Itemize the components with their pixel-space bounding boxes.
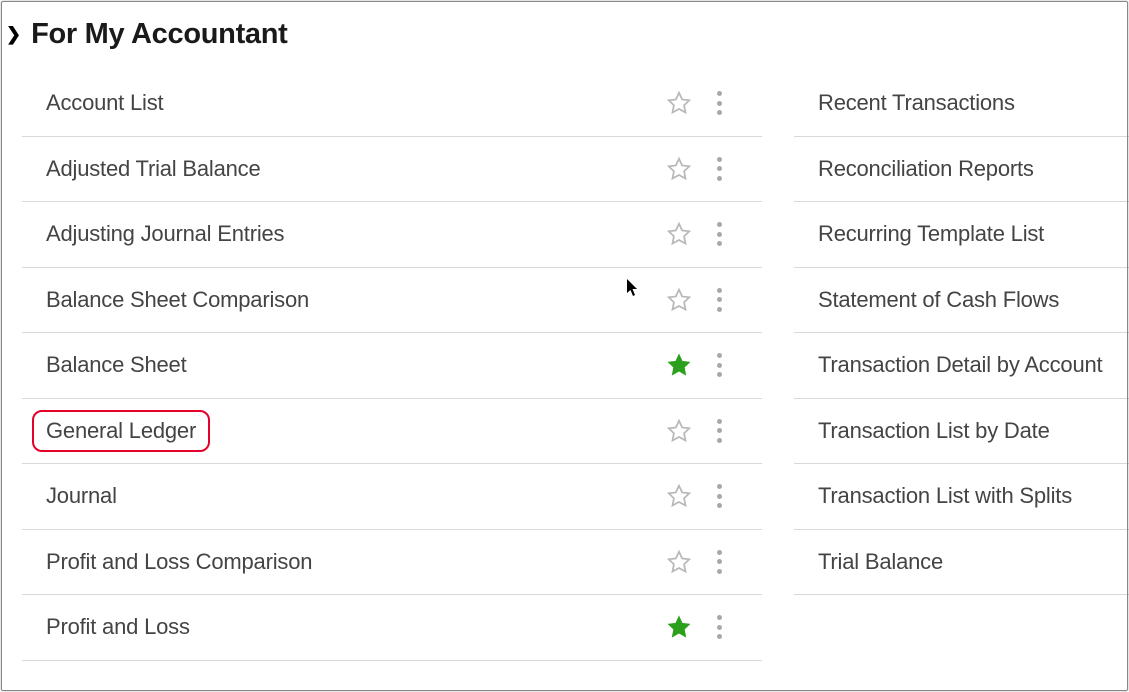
star-filled-icon[interactable]: [666, 352, 692, 378]
more-options-icon[interactable]: [716, 288, 722, 312]
row-actions: [666, 352, 762, 378]
report-link[interactable]: Recurring Template List: [818, 221, 1129, 247]
report-link[interactable]: Trial Balance: [818, 549, 1129, 575]
report-link[interactable]: Balance Sheet Comparison: [46, 287, 666, 313]
star-outline-icon[interactable]: [666, 287, 692, 313]
star-filled-icon[interactable]: [666, 614, 692, 640]
report-row: Trial Balance: [794, 530, 1129, 596]
row-actions: [666, 221, 762, 247]
more-options-icon[interactable]: [716, 484, 722, 508]
chevron-right-icon[interactable]: ❯: [6, 24, 21, 45]
row-actions: [666, 90, 762, 116]
report-row: Journal: [22, 464, 762, 530]
report-row: Transaction List by Date: [794, 399, 1129, 465]
report-link[interactable]: Reconciliation Reports: [818, 156, 1129, 182]
star-outline-icon[interactable]: [666, 418, 692, 444]
report-link[interactable]: Transaction List by Date: [818, 418, 1129, 444]
more-options-icon[interactable]: [716, 157, 722, 181]
star-outline-icon[interactable]: [666, 90, 692, 116]
report-link[interactable]: Statement of Cash Flows: [818, 287, 1129, 313]
report-link[interactable]: Recent Transactions: [818, 90, 1129, 116]
report-row: Recurring Template List: [794, 202, 1129, 268]
report-row: Profit and Loss: [22, 595, 762, 661]
more-options-icon[interactable]: [716, 550, 722, 574]
more-options-icon[interactable]: [716, 222, 722, 246]
report-row: Recent Transactions: [794, 71, 1129, 137]
report-row: Balance Sheet: [22, 333, 762, 399]
star-outline-icon[interactable]: [666, 483, 692, 509]
report-link[interactable]: Profit and Loss: [46, 614, 666, 640]
more-options-icon[interactable]: [716, 615, 722, 639]
report-row: Reconciliation Reports: [794, 137, 1129, 203]
row-actions: [666, 156, 762, 182]
row-actions: [666, 483, 762, 509]
more-options-icon[interactable]: [716, 353, 722, 377]
section-header: ❯ For My Accountant: [0, 18, 1129, 71]
report-link[interactable]: Account List: [46, 90, 666, 116]
right-report-list: Recent Transactions Reconciliation Report…: [794, 71, 1129, 675]
report-link[interactable]: Journal: [46, 483, 666, 509]
report-link[interactable]: Transaction Detail by Account: [818, 352, 1129, 378]
star-outline-icon[interactable]: [666, 221, 692, 247]
row-actions: [666, 287, 762, 313]
row-actions: [666, 614, 762, 640]
report-row: Transaction Detail by Account: [794, 333, 1129, 399]
report-row: Statement of Cash Flows: [794, 268, 1129, 334]
report-columns: Account List Adjusted Trial Balance Adjust…: [0, 71, 1129, 675]
left-report-list: Account List Adjusted Trial Balance Adjust…: [22, 71, 762, 675]
star-outline-icon[interactable]: [666, 549, 692, 575]
report-link[interactable]: Profit and Loss Comparison: [46, 549, 666, 575]
row-actions: [666, 549, 762, 575]
report-link[interactable]: Transaction List with Splits: [818, 483, 1129, 509]
report-row: General Ledger: [22, 399, 762, 465]
report-row: Account List: [22, 71, 762, 137]
report-row: Adjusting Journal Entries: [22, 202, 762, 268]
report-row: Adjusted Trial Balance: [22, 137, 762, 203]
report-row: Balance Sheet Comparison: [22, 268, 762, 334]
report-link[interactable]: General Ledger: [46, 418, 196, 443]
report-link[interactable]: Adjusting Journal Entries: [46, 221, 666, 247]
more-options-icon[interactable]: [716, 419, 722, 443]
report-link[interactable]: Adjusted Trial Balance: [46, 156, 666, 182]
highlight-box: General Ledger: [32, 410, 210, 452]
section-title: For My Accountant: [31, 18, 287, 51]
row-actions: [666, 418, 762, 444]
star-outline-icon[interactable]: [666, 156, 692, 182]
report-link[interactable]: Balance Sheet: [46, 352, 666, 378]
report-row: Profit and Loss Comparison: [22, 530, 762, 596]
more-options-icon[interactable]: [716, 91, 722, 115]
report-row: Transaction List with Splits: [794, 464, 1129, 530]
